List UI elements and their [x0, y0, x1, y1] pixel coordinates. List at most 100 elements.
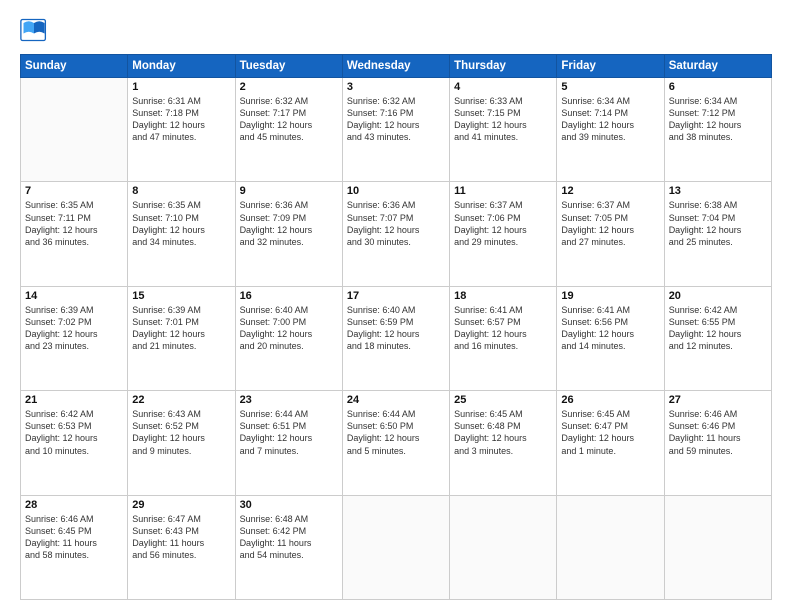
cell-info: Daylight: 12 hours	[561, 224, 659, 236]
day-number: 19	[561, 290, 659, 302]
cell-info: Sunset: 7:15 PM	[454, 107, 552, 119]
cell-info: Sunrise: 6:46 AM	[25, 513, 123, 525]
calendar-cell: 5Sunrise: 6:34 AMSunset: 7:14 PMDaylight…	[557, 78, 664, 182]
cell-info: and 29 minutes.	[454, 236, 552, 248]
cell-info: Sunrise: 6:39 AM	[25, 304, 123, 316]
col-header-wednesday: Wednesday	[342, 55, 449, 78]
cell-info: Daylight: 12 hours	[25, 432, 123, 444]
cell-info: Sunset: 7:07 PM	[347, 212, 445, 224]
cell-info: Sunset: 7:00 PM	[240, 316, 338, 328]
cell-info: Daylight: 12 hours	[25, 328, 123, 340]
cell-info: and 16 minutes.	[454, 340, 552, 352]
cell-info: Sunrise: 6:36 AM	[240, 199, 338, 211]
cell-info: Daylight: 12 hours	[454, 432, 552, 444]
cell-info: Sunrise: 6:32 AM	[347, 95, 445, 107]
cell-info: Sunrise: 6:34 AM	[669, 95, 767, 107]
day-number: 15	[132, 290, 230, 302]
page: SundayMondayTuesdayWednesdayThursdayFrid…	[0, 0, 792, 612]
day-number: 29	[132, 499, 230, 511]
day-number: 4	[454, 81, 552, 93]
cell-info: Daylight: 12 hours	[132, 328, 230, 340]
day-number: 16	[240, 290, 338, 302]
cell-info: and 34 minutes.	[132, 236, 230, 248]
cell-info: Sunrise: 6:40 AM	[240, 304, 338, 316]
cell-info: Sunset: 7:17 PM	[240, 107, 338, 119]
calendar-cell: 2Sunrise: 6:32 AMSunset: 7:17 PMDaylight…	[235, 78, 342, 182]
day-number: 22	[132, 394, 230, 406]
calendar-cell: 11Sunrise: 6:37 AMSunset: 7:06 PMDayligh…	[450, 182, 557, 286]
cell-info: and 45 minutes.	[240, 131, 338, 143]
cell-info: Sunrise: 6:31 AM	[132, 95, 230, 107]
cell-info: Daylight: 12 hours	[347, 224, 445, 236]
cell-info: Sunset: 7:09 PM	[240, 212, 338, 224]
cell-info: and 3 minutes.	[454, 445, 552, 457]
day-number: 26	[561, 394, 659, 406]
calendar-cell: 10Sunrise: 6:36 AMSunset: 7:07 PMDayligh…	[342, 182, 449, 286]
calendar-cell: 15Sunrise: 6:39 AMSunset: 7:01 PMDayligh…	[128, 286, 235, 390]
cell-info: and 21 minutes.	[132, 340, 230, 352]
calendar-cell: 12Sunrise: 6:37 AMSunset: 7:05 PMDayligh…	[557, 182, 664, 286]
cell-info: Sunrise: 6:45 AM	[454, 408, 552, 420]
day-number: 21	[25, 394, 123, 406]
day-number: 27	[669, 394, 767, 406]
cell-info: and 12 minutes.	[669, 340, 767, 352]
cell-info: and 36 minutes.	[25, 236, 123, 248]
cell-info: Sunrise: 6:42 AM	[25, 408, 123, 420]
day-number: 1	[132, 81, 230, 93]
cell-info: Sunset: 6:52 PM	[132, 420, 230, 432]
day-number: 30	[240, 499, 338, 511]
calendar-cell: 27Sunrise: 6:46 AMSunset: 6:46 PMDayligh…	[664, 391, 771, 495]
cell-info: Sunrise: 6:47 AM	[132, 513, 230, 525]
col-header-monday: Monday	[128, 55, 235, 78]
cell-info: Daylight: 12 hours	[454, 224, 552, 236]
calendar-table: SundayMondayTuesdayWednesdayThursdayFrid…	[20, 54, 772, 600]
cell-info: Sunset: 6:45 PM	[25, 525, 123, 537]
day-number: 28	[25, 499, 123, 511]
cell-info: Sunset: 7:10 PM	[132, 212, 230, 224]
cell-info: and 23 minutes.	[25, 340, 123, 352]
cell-info: Daylight: 12 hours	[454, 328, 552, 340]
cell-info: Daylight: 12 hours	[132, 432, 230, 444]
cell-info: Daylight: 12 hours	[669, 119, 767, 131]
cell-info: and 14 minutes.	[561, 340, 659, 352]
cell-info: Sunset: 7:11 PM	[25, 212, 123, 224]
cell-info: and 39 minutes.	[561, 131, 659, 143]
calendar-cell: 20Sunrise: 6:42 AMSunset: 6:55 PMDayligh…	[664, 286, 771, 390]
cell-info: and 30 minutes.	[347, 236, 445, 248]
calendar-cell	[21, 78, 128, 182]
calendar-cell: 8Sunrise: 6:35 AMSunset: 7:10 PMDaylight…	[128, 182, 235, 286]
cell-info: Daylight: 11 hours	[25, 537, 123, 549]
cell-info: Sunset: 6:43 PM	[132, 525, 230, 537]
cell-info: and 7 minutes.	[240, 445, 338, 457]
day-number: 3	[347, 81, 445, 93]
cell-info: Daylight: 12 hours	[347, 119, 445, 131]
cell-info: Daylight: 12 hours	[240, 224, 338, 236]
col-header-friday: Friday	[557, 55, 664, 78]
calendar-cell: 6Sunrise: 6:34 AMSunset: 7:12 PMDaylight…	[664, 78, 771, 182]
cell-info: and 43 minutes.	[347, 131, 445, 143]
cell-info: Sunrise: 6:41 AM	[561, 304, 659, 316]
cell-info: Daylight: 12 hours	[669, 224, 767, 236]
cell-info: Sunset: 6:48 PM	[454, 420, 552, 432]
cell-info: Sunrise: 6:45 AM	[561, 408, 659, 420]
day-number: 20	[669, 290, 767, 302]
calendar-cell: 7Sunrise: 6:35 AMSunset: 7:11 PMDaylight…	[21, 182, 128, 286]
cell-info: and 27 minutes.	[561, 236, 659, 248]
cell-info: Sunset: 6:47 PM	[561, 420, 659, 432]
col-header-thursday: Thursday	[450, 55, 557, 78]
cell-info: and 18 minutes.	[347, 340, 445, 352]
cell-info: Sunset: 7:14 PM	[561, 107, 659, 119]
cell-info: and 41 minutes.	[454, 131, 552, 143]
calendar-cell: 21Sunrise: 6:42 AMSunset: 6:53 PMDayligh…	[21, 391, 128, 495]
calendar-cell: 23Sunrise: 6:44 AMSunset: 6:51 PMDayligh…	[235, 391, 342, 495]
cell-info: Sunrise: 6:37 AM	[561, 199, 659, 211]
cell-info: and 56 minutes.	[132, 549, 230, 561]
cell-info: Sunset: 7:18 PM	[132, 107, 230, 119]
calendar-cell: 30Sunrise: 6:48 AMSunset: 6:42 PMDayligh…	[235, 495, 342, 599]
cell-info: Sunset: 6:59 PM	[347, 316, 445, 328]
cell-info: Sunrise: 6:36 AM	[347, 199, 445, 211]
day-number: 14	[25, 290, 123, 302]
calendar-cell: 17Sunrise: 6:40 AMSunset: 6:59 PMDayligh…	[342, 286, 449, 390]
cell-info: and 38 minutes.	[669, 131, 767, 143]
cell-info: Sunrise: 6:44 AM	[240, 408, 338, 420]
